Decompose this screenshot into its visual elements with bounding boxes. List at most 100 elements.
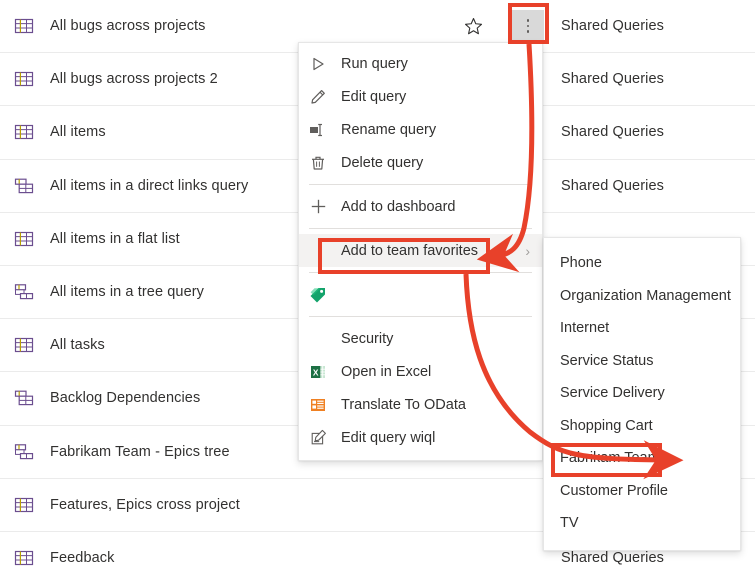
pencil-icon: [307, 87, 329, 107]
tag-icon: [307, 285, 329, 305]
flat-query-icon: [13, 334, 35, 356]
query-context-menu[interactable]: Run query Edit query Rename query Delete qu…: [298, 42, 543, 461]
direct-links-query-icon: [13, 387, 35, 409]
flat-query-icon: [13, 494, 35, 516]
favorite-star-button[interactable]: [461, 14, 485, 38]
query-title: All items in a tree query: [50, 284, 205, 301]
menu-item-open-in-excel[interactable]: X Open in Excel: [299, 355, 542, 388]
submenu-item-label: Shopping Cart: [560, 417, 653, 434]
submenu-item-label: Service Delivery: [560, 385, 665, 402]
query-title: Fabrikam Team - Epics tree: [50, 443, 230, 460]
menu-item-label: Delete query: [341, 154, 424, 171]
tag-icon: [307, 285, 329, 305]
query-title: All bugs across projects: [50, 18, 206, 35]
menu-item-label: Add to team favorites: [341, 242, 479, 259]
direct-links-query-icon: [13, 175, 35, 197]
menu-item-add-to-dashboard[interactable]: Add to dashboard: [299, 190, 542, 223]
menu-item-label: Edit query wiql: [341, 429, 436, 446]
query-folder: Shared Queries: [561, 177, 664, 194]
query-title: All items: [50, 124, 106, 141]
flat-query-icon: [13, 228, 35, 250]
submenu-item-fabrikam-team[interactable]: Fabrikam Team: [544, 442, 740, 475]
query-title: All items in a direct links query: [50, 177, 249, 194]
plus-icon: [307, 197, 329, 217]
flat-query-icon: [13, 547, 35, 569]
tree-query-icon: [13, 441, 35, 463]
submenu-item-service-delivery[interactable]: Service Delivery: [544, 377, 740, 410]
menu-item-edit-query-wiql[interactable]: Edit query wiql: [299, 421, 542, 454]
flat-query-icon: [13, 547, 35, 569]
submenu-item-label: TV: [560, 515, 579, 532]
submenu-item-internet[interactable]: Internet: [544, 312, 740, 345]
menu-item-label: Edit query: [341, 88, 407, 105]
submenu-item-customer-profile[interactable]: Customer Profile: [544, 475, 740, 508]
wiql-icon: [307, 428, 329, 448]
menu-separator: [309, 184, 532, 185]
menu-item-translate-to-odata[interactable]: Translate To OData: [299, 388, 542, 421]
query-title: Backlog Dependencies: [50, 390, 201, 407]
odata-icon: [307, 395, 329, 415]
submenu-item-label: Organization Management: [560, 287, 731, 304]
rename-icon: [307, 120, 329, 140]
pencil-icon: [307, 87, 329, 107]
submenu-item-label: Customer Profile: [560, 482, 668, 499]
chevron-right-icon: ›: [525, 242, 530, 259]
query-folder: Shared Queries: [561, 549, 664, 566]
menu-item-add-to-team-favorites[interactable]: Add to team favorites ›: [299, 234, 542, 267]
direct-links-query-icon: [13, 387, 35, 409]
tree-query-icon: [13, 281, 35, 303]
menu-item-label: Rename query: [341, 121, 437, 138]
query-title: All bugs across projects 2: [50, 71, 218, 88]
flat-query-icon: [13, 494, 35, 516]
query-title: All items in a flat list: [50, 230, 180, 247]
menu-separator: [309, 272, 532, 273]
submenu-item-phone[interactable]: Phone: [544, 247, 740, 280]
play-icon: [307, 54, 329, 74]
no-icon: [307, 329, 329, 349]
plus-icon: [307, 197, 329, 217]
menu-item-tag-icon[interactable]: [299, 278, 542, 311]
submenu-item-label: Service Status: [560, 352, 654, 369]
flat-query-icon: [13, 15, 35, 37]
wiql-icon: [307, 428, 329, 448]
submenu-item-label: Fabrikam Team: [560, 450, 660, 467]
query-title: Features, Epics cross project: [50, 496, 240, 513]
flat-query-icon: [13, 15, 35, 37]
odata-icon: [307, 395, 329, 415]
query-folder: Shared Queries: [561, 124, 664, 141]
menu-item-run-query[interactable]: Run query: [299, 47, 542, 80]
excel-icon: X: [307, 362, 329, 382]
flat-query-icon: [13, 68, 35, 90]
menu-item-label: Open in Excel: [341, 363, 432, 380]
menu-item-edit-query[interactable]: Edit query: [299, 80, 542, 113]
submenu-item-tv[interactable]: TV: [544, 507, 740, 540]
menu-item-label: Translate To OData: [341, 396, 466, 413]
more-actions-button[interactable]: [512, 10, 544, 43]
star-icon: [461, 14, 485, 38]
team-favorites-submenu[interactable]: Phone Organization Management Internet Serv…: [543, 237, 741, 551]
menu-item-delete-query[interactable]: Delete query: [299, 146, 542, 179]
ellipsis-icon: [526, 19, 530, 33]
trash-icon: [307, 153, 329, 173]
menu-item-rename-query[interactable]: Rename query: [299, 113, 542, 146]
submenu-item-shopping-cart[interactable]: Shopping Cart: [544, 410, 740, 443]
rename-icon: [307, 120, 329, 140]
menu-item-label: Security: [341, 330, 394, 347]
query-title: All tasks: [50, 337, 105, 354]
submenu-item-label: Phone: [560, 255, 602, 272]
flat-query-icon: [13, 334, 35, 356]
menu-item-label: Add to dashboard: [341, 198, 456, 215]
flat-query-icon: [13, 121, 35, 143]
svg-text:X: X: [313, 367, 319, 377]
query-folder: Shared Queries: [561, 18, 664, 35]
query-folder: Shared Queries: [561, 71, 664, 88]
menu-item-security[interactable]: Security: [299, 322, 542, 355]
submenu-item-service-status[interactable]: Service Status: [544, 345, 740, 378]
excel-icon: X: [307, 362, 329, 382]
submenu-item-organization-management[interactable]: Organization Management: [544, 280, 740, 313]
flat-query-icon: [13, 121, 35, 143]
flat-query-icon: [13, 68, 35, 90]
submenu-item-label: Internet: [560, 320, 610, 337]
menu-item-label: Run query: [341, 55, 408, 72]
play-icon: [307, 54, 329, 74]
